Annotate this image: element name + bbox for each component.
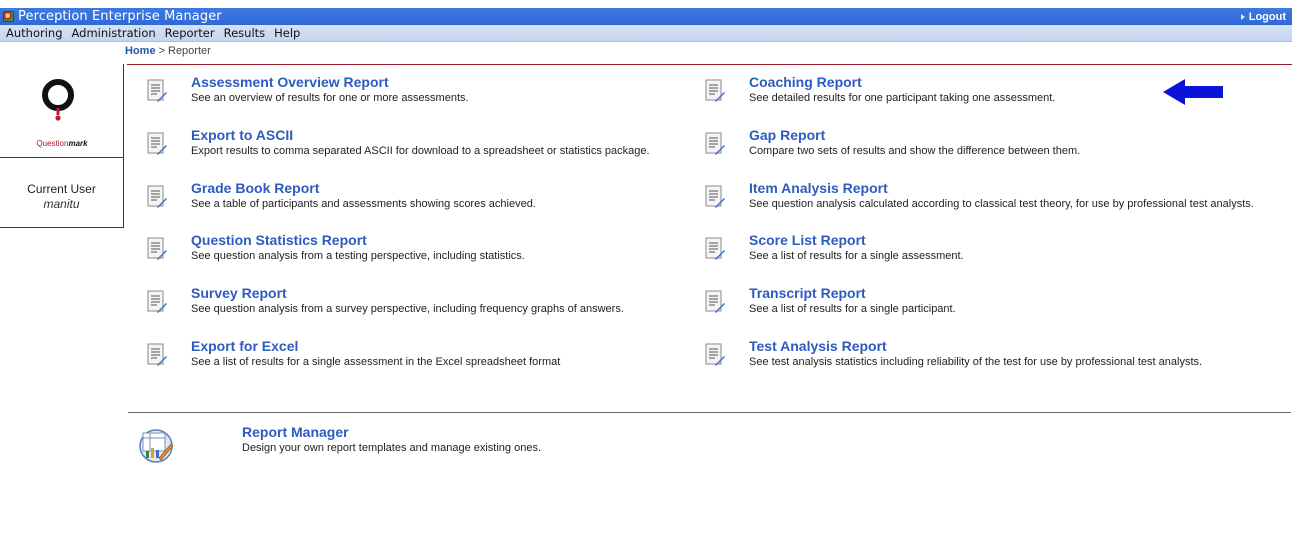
- menu-results[interactable]: Results: [224, 26, 266, 40]
- report-document-icon: [147, 79, 167, 102]
- current-user-name: manitu: [43, 197, 80, 211]
- report-description: Export results to comma separated ASCII …: [191, 145, 650, 157]
- report-title[interactable]: Survey Report: [191, 285, 287, 301]
- report-document-icon: [705, 237, 725, 260]
- menu-administration[interactable]: Administration: [72, 26, 156, 40]
- breadcrumb-separator: >: [158, 45, 165, 57]
- report-assessment-overview[interactable]: Assessment Overview Report See an overvi…: [147, 74, 687, 114]
- report-document-icon: [705, 185, 725, 208]
- report-title[interactable]: Test Analysis Report: [749, 338, 887, 354]
- report-document-icon: [147, 343, 167, 366]
- report-title[interactable]: Coaching Report: [749, 74, 862, 90]
- report-title[interactable]: Export for Excel: [191, 338, 298, 354]
- report-document-icon: [147, 290, 167, 313]
- report-score-list[interactable]: Score List Report See a list of results …: [705, 232, 1245, 272]
- logo-text-bold: mark: [68, 139, 88, 148]
- report-description: See a list of results for a single asses…: [191, 356, 561, 368]
- questionmark-logo-icon: [42, 79, 74, 121]
- section-divider: [128, 412, 1291, 413]
- report-title[interactable]: Export to ASCII: [191, 127, 293, 143]
- report-description: See detailed results for one participant…: [749, 92, 1056, 104]
- report-manager-icon: [139, 429, 174, 463]
- breadcrumb-home[interactable]: Home: [125, 45, 156, 57]
- report-document-icon: [705, 290, 725, 313]
- report-gap[interactable]: Gap Report Compare two sets of results a…: [705, 127, 1245, 167]
- report-description: See question analysis calculated accordi…: [749, 198, 1254, 210]
- logo-wordmark: Questionmark: [0, 139, 124, 148]
- report-description: See question analysis from a testing per…: [191, 250, 525, 262]
- report-manager[interactable]: Report Manager Design your own report te…: [137, 424, 637, 464]
- menu-authoring[interactable]: Authoring: [6, 26, 63, 40]
- breadcrumb: Home > Reporter: [125, 45, 211, 57]
- report-description: See test analysis statistics including r…: [749, 356, 1203, 368]
- report-item-analysis[interactable]: Item Analysis Report See question analys…: [705, 180, 1254, 220]
- questionmark-logo: Questionmark: [0, 64, 123, 158]
- report-export-excel[interactable]: Export for Excel See a list of results f…: [147, 338, 687, 378]
- report-grade-book[interactable]: Grade Book Report See a table of partici…: [147, 180, 687, 220]
- content-top-border: [127, 64, 1292, 65]
- report-survey[interactable]: Survey Report See question analysis from…: [147, 285, 687, 325]
- report-manager-description: Design your own report templates and man…: [242, 442, 542, 454]
- current-user-panel: Current User manitu: [0, 158, 123, 211]
- report-title[interactable]: Grade Book Report: [191, 180, 319, 196]
- report-title[interactable]: Score List Report: [749, 232, 866, 248]
- report-title[interactable]: Question Statistics Report: [191, 232, 367, 248]
- report-description: Compare two sets of results and show the…: [749, 145, 1081, 157]
- report-transcript[interactable]: Transcript Report See a list of results …: [705, 285, 1245, 325]
- menu-reporter[interactable]: Reporter: [165, 26, 215, 40]
- report-document-icon: [147, 237, 167, 260]
- report-title[interactable]: Assessment Overview Report: [191, 74, 389, 90]
- report-test-analysis[interactable]: Test Analysis Report See test analysis s…: [705, 338, 1245, 378]
- report-export-ascii[interactable]: Export to ASCII Export results to comma …: [147, 127, 687, 167]
- arrow-left-icon: [1163, 79, 1223, 105]
- report-title[interactable]: Item Analysis Report: [749, 180, 888, 196]
- report-description: See question analysis from a survey pers…: [191, 303, 624, 315]
- report-description: See a list of results for a single asses…: [749, 250, 964, 262]
- logout-link[interactable]: Logout: [1240, 10, 1286, 23]
- report-description: See a table of participants and assessme…: [191, 198, 536, 210]
- report-question-statistics[interactable]: Question Statistics Report See question …: [147, 232, 687, 272]
- menu-bar: Authoring Administration Reporter Result…: [0, 25, 1292, 42]
- report-description: See an overview of results for one or mo…: [191, 92, 469, 104]
- breadcrumb-current: Reporter: [168, 45, 211, 57]
- report-manager-title[interactable]: Report Manager: [242, 424, 349, 440]
- report-document-icon: [147, 185, 167, 208]
- window-title: Perception Enterprise Manager: [18, 9, 222, 24]
- report-title[interactable]: Gap Report: [749, 127, 825, 143]
- report-description: See a list of results for a single parti…: [749, 303, 956, 315]
- current-user-label: Current User: [27, 182, 96, 196]
- report-title[interactable]: Transcript Report: [749, 285, 866, 301]
- menu-help[interactable]: Help: [274, 26, 300, 40]
- logout-label: Logout: [1248, 10, 1286, 23]
- report-document-icon: [705, 132, 725, 155]
- logo-text-main: Question: [36, 139, 69, 148]
- report-document-icon: [705, 79, 725, 102]
- arrow-right-icon: [1240, 13, 1245, 20]
- sidebar: Questionmark Current User manitu: [0, 64, 124, 228]
- report-document-icon: [147, 132, 167, 155]
- title-bar: Perception Enterprise Manager Logout: [0, 8, 1292, 25]
- report-document-icon: [705, 343, 725, 366]
- app-icon: [3, 11, 14, 22]
